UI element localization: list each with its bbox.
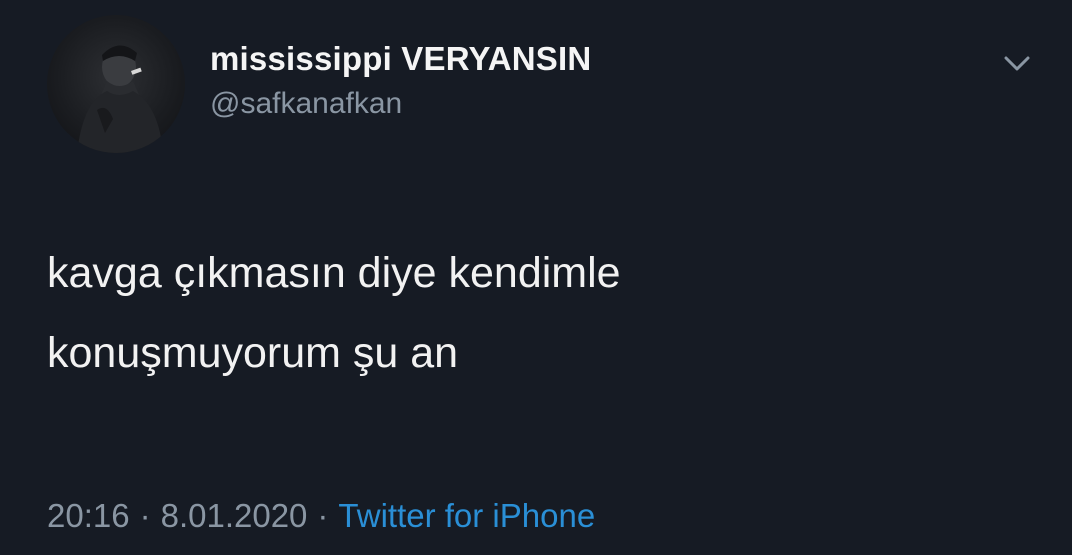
avatar[interactable] (47, 15, 185, 153)
separator: · (317, 497, 329, 534)
chevron-down-icon[interactable] (1000, 52, 1034, 74)
avatar-photo (77, 45, 163, 153)
separator: · (139, 497, 151, 534)
display-name[interactable]: mississippi VERYANSIN (210, 40, 591, 78)
tweet-text-line: kavga çıkmasın diye kendimle (47, 249, 621, 297)
tweet-date[interactable]: 8.01.2020 (161, 497, 308, 534)
tweet-text-line: konuşmuyorum şu an (47, 329, 459, 377)
tweet-meta: 20:16 · 8.01.2020 · Twitter for iPhone (47, 497, 595, 535)
tweet-source-link[interactable]: Twitter for iPhone (338, 497, 595, 534)
tweet-text: kavga çıkmasın diye kendimle konuşmuyoru… (47, 233, 1027, 393)
username[interactable]: @safkanafkan (210, 87, 402, 121)
tweet-card: mississippi VERYANSIN @safkanafkan kavga… (0, 0, 1072, 555)
tweet-time[interactable]: 20:16 (47, 497, 130, 534)
